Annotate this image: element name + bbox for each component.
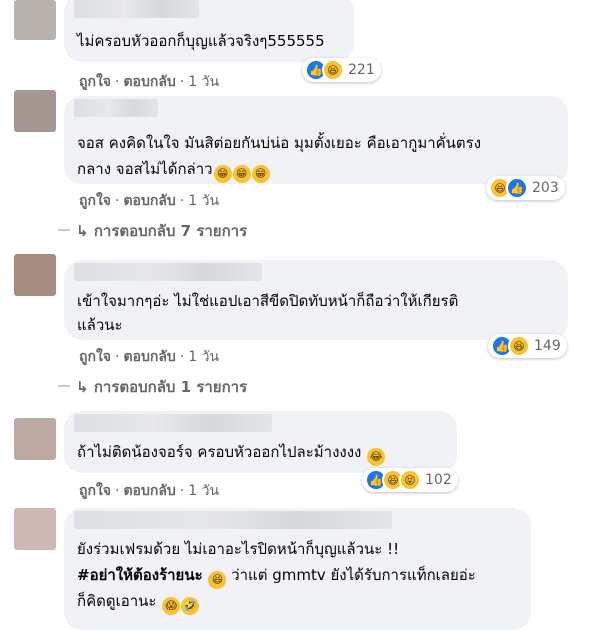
rofl-emoji: 🤣 bbox=[181, 597, 200, 615]
reply-button[interactable]: ตอบกลับ bbox=[123, 349, 175, 365]
haha-icon: 😆 bbox=[322, 59, 344, 81]
reply-button[interactable]: ตอบกลับ bbox=[123, 74, 175, 90]
grin-emoji: 😁 bbox=[251, 165, 270, 183]
avatar[interactable] bbox=[14, 418, 56, 460]
comment-actions: ถูกใจ · ตอบกลับ · 1 วัน bbox=[79, 349, 220, 365]
comment-actions: ถูกใจ · ตอบกลับ · 1 วัน bbox=[79, 483, 220, 499]
grin-emoji: 😁 bbox=[232, 165, 251, 183]
like-icon: 👍 bbox=[506, 177, 528, 199]
reaction-summary[interactable]: 👍 😆 221 bbox=[302, 58, 381, 82]
view-replies-link[interactable]: ↳ การตอบกลับ 1 รายการ bbox=[76, 375, 247, 399]
comment-text-line-1: ยังร่วมเฟรมด้วย ไม่เอาอะไรปิดหน้าก็บุญแล… bbox=[77, 540, 400, 558]
timestamp[interactable]: 1 วัน bbox=[188, 483, 219, 499]
avatar[interactable] bbox=[14, 508, 56, 550]
comment-text: ไม่ครอบหัวออกก็บุญแล้วจริงๆ555555 bbox=[77, 32, 325, 50]
like-button[interactable]: ถูกใจ bbox=[79, 349, 111, 365]
comment-text-line-3: ก็คิดดูเอานะ 😱 🤣 bbox=[77, 588, 200, 615]
laugh-cry-emoji: 😂 bbox=[367, 448, 386, 466]
thread-line bbox=[58, 229, 70, 231]
avatar[interactable] bbox=[14, 254, 56, 296]
shocked-emoji: 😱 bbox=[162, 597, 181, 615]
author-name-blurred[interactable] bbox=[74, 99, 158, 117]
like-button[interactable]: ถูกใจ bbox=[79, 74, 111, 90]
reply-button[interactable]: ตอบกลับ bbox=[123, 483, 175, 499]
comment-actions: ถูกใจ · ตอบกลับ · 1 วัน bbox=[79, 193, 220, 209]
author-name-blurred[interactable] bbox=[74, 511, 392, 529]
avatar[interactable] bbox=[14, 90, 56, 132]
comment-text-line-1: จอส คงคิดในใจ มันสิต่อยกันบ่น่อ มุมตั้งเ… bbox=[77, 134, 482, 152]
timestamp[interactable]: 1 วัน bbox=[188, 349, 219, 365]
comment-bubble: ถ้าไม่ติดน้องจอร์จ ครอบหัวออกไปละม้างงงง… bbox=[64, 411, 457, 473]
like-button[interactable]: ถูกใจ bbox=[79, 193, 111, 209]
comment-text-line-1: เข้าใจมากๆอ่ะ ไม่ใช่แอปเอาสีขีดปิดทับหน้… bbox=[77, 292, 459, 310]
avatar[interactable] bbox=[14, 0, 56, 40]
reaction-count: 102 bbox=[425, 472, 452, 488]
view-replies-link[interactable]: ↳ การตอบกลับ 7 รายการ bbox=[76, 219, 247, 243]
reply-arrow-icon: ↳ bbox=[76, 378, 89, 396]
reaction-count: 203 bbox=[532, 180, 559, 196]
reply-button[interactable]: ตอบกลับ bbox=[123, 193, 175, 209]
comment-text-line-2: แล้วนะ bbox=[77, 316, 123, 334]
comment-actions: ถูกใจ · ตอบกลับ · 1 วัน bbox=[79, 74, 220, 90]
reaction-count: 149 bbox=[534, 338, 561, 354]
author-name-blurred[interactable] bbox=[74, 0, 199, 18]
author-name-blurred[interactable] bbox=[74, 263, 262, 281]
reaction-summary[interactable]: 😆 👍 203 bbox=[486, 176, 565, 200]
like-button[interactable]: ถูกใจ bbox=[79, 483, 111, 499]
reply-arrow-icon: ↳ bbox=[76, 222, 89, 240]
laugh-squint-icon: 😝 bbox=[399, 469, 421, 491]
author-name-blurred[interactable] bbox=[74, 414, 272, 432]
comment-bubble: จอส คงคิดในใจ มันสิต่อยกันบ่น่อ มุมตั้งเ… bbox=[64, 96, 568, 184]
comment-text: ถ้าไม่ติดน้องจอร์จ ครอบหัวออกไปละม้างงงง… bbox=[77, 439, 386, 466]
comment-bubble: ไม่ครอบหัวออกก็บุญแล้วจริงๆ555555 bbox=[64, 0, 354, 62]
laugh-emoji: 😆 bbox=[208, 571, 227, 589]
thread-line bbox=[58, 385, 70, 387]
hashtag-link[interactable]: #อย่าให้ต้องร้ายนะ bbox=[77, 566, 203, 584]
comment-text-line-2: #อย่าให้ต้องร้ายนะ 😆 ว่าแต่ gmmtv ยังได้… bbox=[77, 562, 476, 589]
reaction-summary[interactable]: 👍 😆 149 bbox=[488, 334, 567, 358]
grin-emoji: 😁 bbox=[213, 165, 232, 183]
reaction-count: 221 bbox=[348, 62, 375, 78]
comment-bubble: ยังร่วมเฟรมด้วย ไม่เอาอะไรปิดหน้าก็บุญแล… bbox=[64, 508, 531, 630]
comment-text-line-2: กลาง จอสไม่ได้กล่าว 😁 😁 😁 bbox=[77, 156, 270, 183]
comment-bubble: เข้าใจมากๆอ่ะ ไม่ใช่แอปเอาสีขีดปิดทับหน้… bbox=[64, 260, 568, 340]
timestamp[interactable]: 1 วัน bbox=[188, 193, 219, 209]
reaction-summary[interactable]: 👍 😆 😝 102 bbox=[362, 468, 458, 492]
haha-icon: 😆 bbox=[508, 335, 530, 357]
timestamp[interactable]: 1 วัน bbox=[188, 74, 219, 90]
